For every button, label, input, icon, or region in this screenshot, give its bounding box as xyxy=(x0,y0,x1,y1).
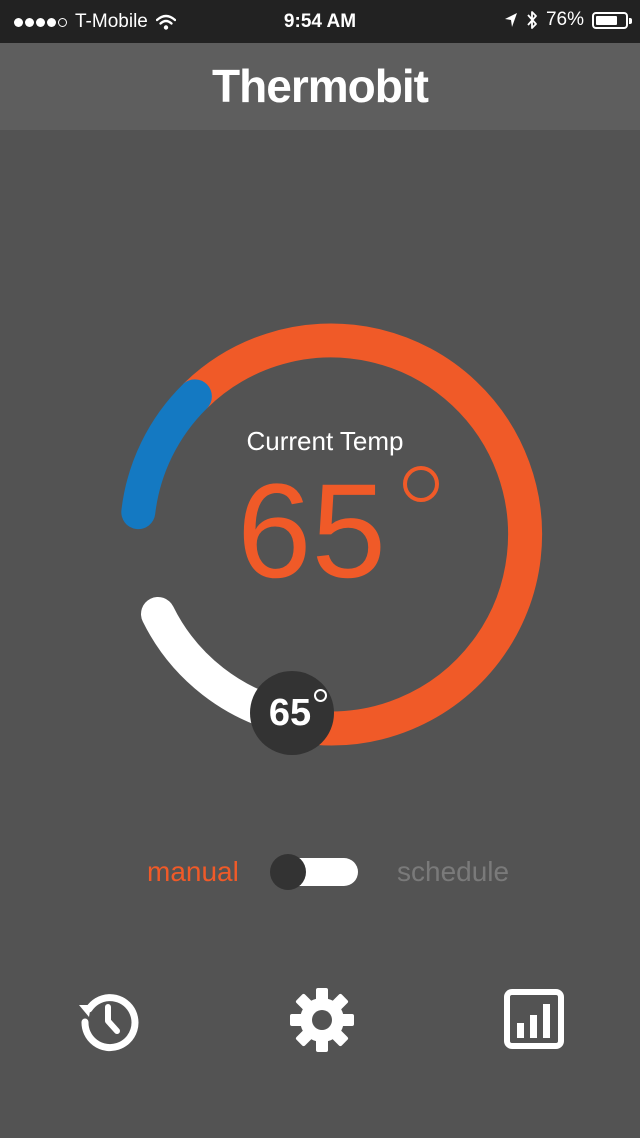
setpoint-degree-symbol xyxy=(314,689,327,702)
bar-chart-icon xyxy=(504,989,564,1049)
settings-button[interactable] xyxy=(287,985,357,1055)
setpoint-knob[interactable]: 65 xyxy=(250,671,334,755)
gear-icon xyxy=(290,988,354,1052)
history-button[interactable] xyxy=(75,985,145,1055)
current-temp-value: 65 xyxy=(237,457,387,606)
stats-button[interactable] xyxy=(499,985,569,1055)
current-temp-label: Current Temp xyxy=(246,426,404,456)
mode-toggle[interactable] xyxy=(270,854,358,890)
mode-toggle-knob[interactable] xyxy=(270,854,306,890)
mode-schedule-label[interactable]: schedule xyxy=(397,856,509,888)
mode-manual-label[interactable]: manual xyxy=(147,856,239,888)
history-clock-icon xyxy=(79,994,139,1052)
current-temp-degree-symbol xyxy=(403,466,439,502)
